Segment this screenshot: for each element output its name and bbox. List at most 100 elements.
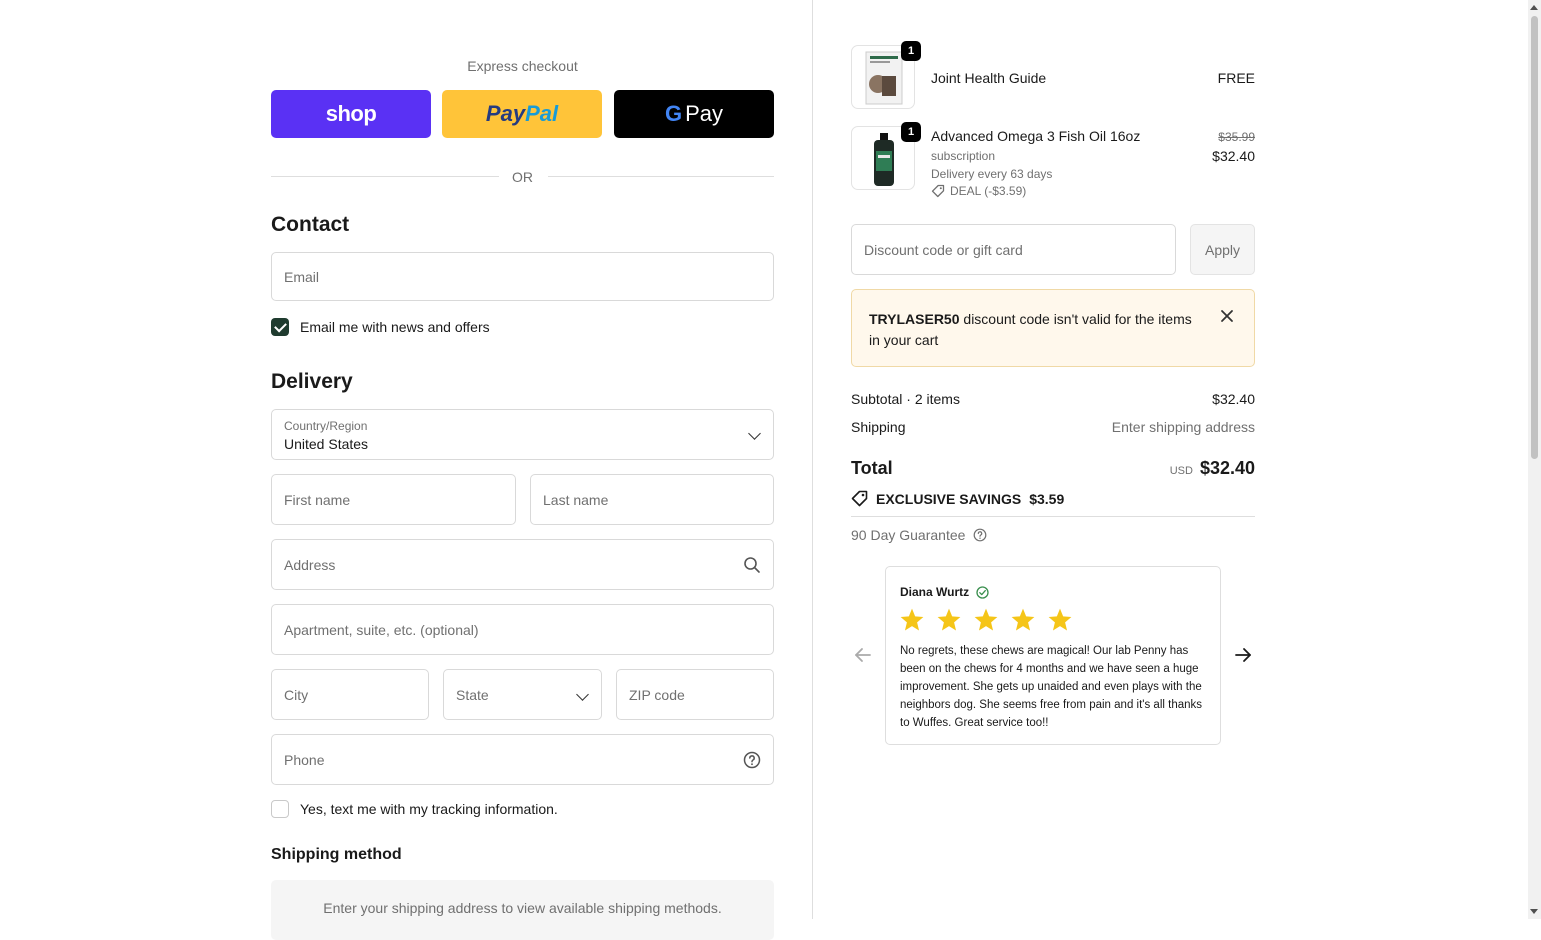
shipping-value: Enter shipping address: [1111, 419, 1255, 435]
star-icon: [937, 608, 961, 631]
review-text: No regrets, these chews are magical! Our…: [900, 645, 1203, 729]
arrow-right-icon[interactable]: [1232, 644, 1254, 666]
item-price: $32.40: [1212, 148, 1255, 164]
contact-title: Contact: [271, 213, 350, 236]
address-field[interactable]: Address: [271, 539, 774, 590]
tag-icon: [851, 490, 868, 507]
or-label: OR: [512, 169, 533, 185]
country-select[interactable]: Country/Region United States: [271, 409, 774, 460]
email-placeholder: Email: [284, 269, 320, 285]
help-icon[interactable]: [973, 528, 987, 542]
verified-check-icon: [976, 585, 989, 599]
search-icon: [744, 557, 760, 573]
or-divider: OR: [271, 168, 774, 186]
shipping-method-notice: Enter your shipping address to view avai…: [271, 880, 774, 940]
invalid-code: TRYLASER50: [869, 311, 960, 327]
discount-error-message: TRYLASER50 discount code isn't valid for…: [869, 309, 1199, 351]
phone-field[interactable]: Phone: [271, 734, 774, 785]
shipping-method-message: Enter your shipping address to view avai…: [323, 900, 722, 916]
google-pay-label: Pay: [685, 101, 724, 126]
apartment-placeholder: Apartment, suite, etc. (optional): [284, 622, 479, 638]
reviewer: Diana Wurtz: [900, 585, 989, 599]
savings-label: EXCLUSIVE SAVINGS: [876, 490, 1022, 507]
country-label: Country/Region: [284, 419, 368, 433]
item-deal-label: DEAL (-$3.59): [950, 184, 1027, 198]
summary-divider: [851, 516, 1255, 517]
star-icon: [974, 608, 998, 631]
total-label: Total: [851, 458, 893, 478]
exclusive-savings: EXCLUSIVE SAVINGS $3.59: [851, 490, 1064, 507]
star-icon: [1048, 608, 1072, 631]
state-placeholder: State: [456, 687, 489, 703]
paypal-label-pal: Pal: [525, 101, 559, 126]
google-pay-button[interactable]: G Pay: [614, 90, 774, 138]
scrollbar-thumb[interactable]: [1531, 16, 1538, 459]
item-deal: DEAL (-$3.59): [931, 184, 1026, 198]
item-quantity-badge: 1: [901, 122, 921, 142]
total-currency: USD: [1169, 465, 1193, 477]
scrollbar[interactable]: [1528, 0, 1541, 919]
google-g-icon: G: [664, 101, 683, 126]
close-icon[interactable]: [1220, 309, 1234, 323]
newsletter-label: Email me with news and offers: [300, 319, 490, 335]
paypal-button[interactable]: Pay Pal: [442, 90, 602, 138]
subtotal-label: Subtotal · 2 items: [851, 391, 960, 407]
subtotal-value: $32.40: [1212, 391, 1255, 407]
zip-field[interactable]: ZIP code: [616, 669, 774, 720]
last-name-field[interactable]: Last name: [530, 474, 774, 525]
chevron-down-icon: [748, 427, 761, 440]
shop-pay-label: shop: [325, 101, 377, 126]
star-rating: [899, 607, 1084, 633]
delivery-title: Delivery: [271, 370, 353, 393]
phone-placeholder: Phone: [284, 752, 325, 768]
tag-icon: [931, 184, 945, 198]
item-quantity-badge: 1: [901, 41, 921, 61]
newsletter-checkbox[interactable]: [271, 318, 289, 336]
review-card: Diana Wurtz No regrets, these chews are …: [885, 566, 1221, 745]
item-name: Joint Health Guide: [931, 70, 1047, 86]
item-original-price: $35.99: [1218, 130, 1255, 144]
guarantee-label: 90 Day Guarantee: [851, 527, 966, 543]
chevron-down-icon: [576, 688, 589, 701]
total-amount: USD $32.40: [1170, 458, 1255, 479]
savings-value: $3.59: [1029, 490, 1065, 507]
item-name: Advanced Omega 3 Fish Oil 16oz: [931, 128, 1141, 144]
discount-error-alert: TRYLASER50 discount code isn't valid for…: [851, 289, 1255, 367]
apply-discount-button[interactable]: Apply: [1190, 224, 1255, 275]
item-price: FREE: [1217, 70, 1255, 86]
state-select[interactable]: State: [443, 669, 602, 720]
shipping-method-title: Shipping method: [271, 846, 402, 863]
city-field[interactable]: City: [271, 669, 429, 720]
shop-pay-button[interactable]: shop: [271, 90, 431, 138]
first-name-placeholder: First name: [284, 492, 351, 508]
last-name-placeholder: Last name: [543, 492, 609, 508]
discount-code-input[interactable]: Discount code or gift card: [851, 224, 1176, 275]
email-field[interactable]: Email: [271, 252, 774, 301]
sms-checkbox-row[interactable]: Yes, text me with my tracking informatio…: [271, 800, 558, 818]
help-icon[interactable]: [743, 751, 761, 769]
sms-label: Yes, text me with my tracking informatio…: [300, 801, 558, 817]
apartment-field[interactable]: Apartment, suite, etc. (optional): [271, 604, 774, 655]
address-placeholder: Address: [284, 557, 336, 573]
sms-checkbox[interactable]: [271, 800, 289, 818]
star-icon: [1011, 608, 1035, 631]
reviewer-name: Diana Wurtz: [900, 585, 970, 599]
checkout-form-panel: Express checkout shop Pay Pal G Pay OR Co…: [0, 0, 812, 940]
star-icon: [900, 608, 924, 631]
total-value: $32.40: [1199, 458, 1255, 478]
scroll-up-arrow[interactable]: [1530, 5, 1538, 10]
zip-placeholder: ZIP code: [629, 687, 685, 703]
newsletter-checkbox-row[interactable]: Email me with news and offers: [271, 318, 490, 336]
item-subscription: subscription: [931, 149, 996, 163]
shipping-label: Shipping: [851, 419, 906, 435]
city-placeholder: City: [284, 687, 309, 703]
discount-placeholder: Discount code or gift card: [864, 242, 1023, 258]
arrow-left-icon[interactable]: [852, 644, 874, 666]
paypal-label-pay: Pay: [485, 101, 526, 126]
guarantee: 90 Day Guarantee: [851, 527, 987, 543]
express-checkout-title: Express checkout: [467, 58, 578, 74]
item-delivery-frequency: Delivery every 63 days: [931, 167, 1053, 181]
scroll-down-arrow[interactable]: [1530, 909, 1538, 914]
country-value: United States: [284, 436, 369, 452]
first-name-field[interactable]: First name: [271, 474, 516, 525]
